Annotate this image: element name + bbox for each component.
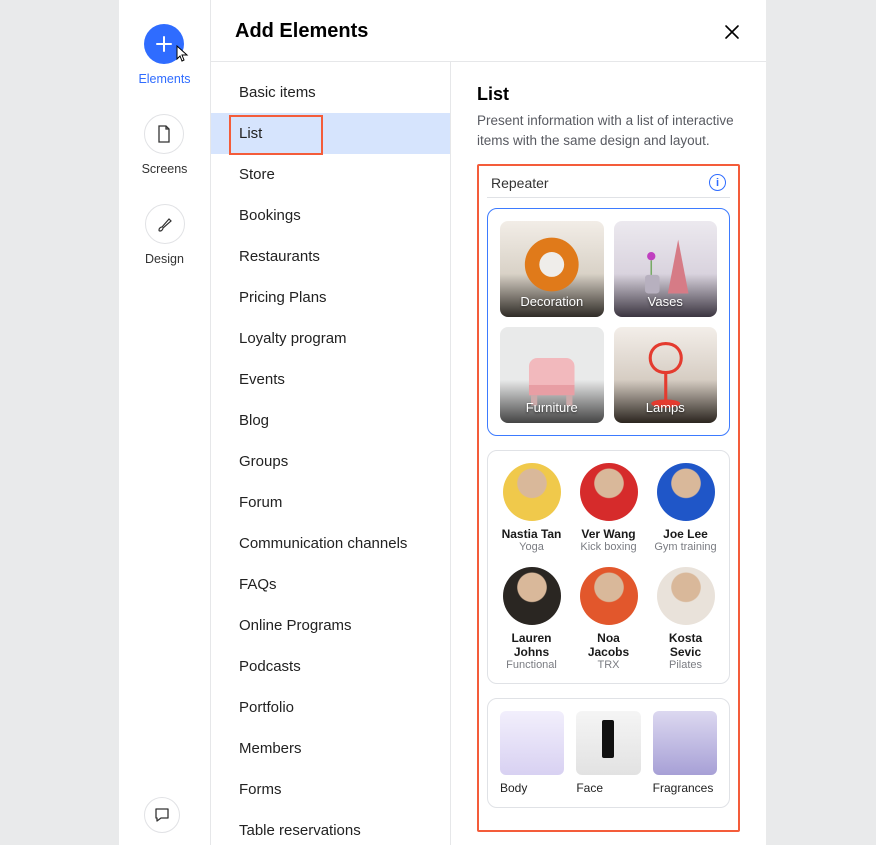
person-item: Nastia TanYoga: [500, 463, 563, 553]
add-elements-panel: Elements Screens Design Add Elements Bas…: [119, 0, 766, 845]
tile-label: Furniture: [500, 400, 604, 415]
person-name: Noa Jacobs: [577, 631, 640, 659]
nav-label: Design: [145, 252, 185, 266]
product-image: [500, 711, 564, 775]
person-item: Kosta SevicPilates: [654, 567, 717, 671]
nav-item-elements[interactable]: Elements: [138, 24, 190, 86]
person-item: Lauren JohnsFunctional: [500, 567, 563, 671]
detail-title: List: [477, 84, 740, 105]
nav-label: Screens: [142, 162, 188, 176]
detail-pane: List Present information with a list of …: [451, 62, 766, 845]
avatar: [657, 567, 715, 625]
nav-item-screens[interactable]: Screens: [142, 114, 188, 176]
category-item[interactable]: Basic items: [211, 72, 450, 113]
person-item: Joe LeeGym training: [654, 463, 717, 553]
category-item[interactable]: Table reservations: [211, 810, 450, 845]
person-role: Kick boxing: [577, 541, 640, 553]
avatar: [503, 567, 561, 625]
product-item: Body: [500, 711, 564, 795]
product-label: Face: [576, 781, 640, 795]
product-item: Fragrances: [653, 711, 717, 795]
highlight-box: [229, 115, 323, 155]
tile: Decoration: [500, 221, 604, 317]
tile-label: Decoration: [500, 294, 604, 309]
tile-label: Vases: [614, 294, 718, 309]
category-item[interactable]: Forum: [211, 482, 450, 523]
category-item[interactable]: Members: [211, 728, 450, 769]
repeater-preset-tiles[interactable]: Decoration Vases Furniture Lamps: [487, 208, 730, 436]
avatar: [657, 463, 715, 521]
category-item[interactable]: Groups: [211, 441, 450, 482]
category-item[interactable]: Restaurants: [211, 236, 450, 277]
avatar: [503, 463, 561, 521]
panel-title: Add Elements: [235, 20, 368, 43]
cursor-icon: [174, 45, 190, 66]
nav-item-design[interactable]: Design: [145, 204, 185, 266]
repeater-preset-products[interactable]: Body Face Fragrances: [487, 698, 730, 808]
side-nav: Elements Screens Design: [119, 0, 211, 845]
category-item[interactable]: Podcasts: [211, 646, 450, 687]
section-header: Repeater i: [487, 172, 730, 198]
nav-label: Elements: [138, 72, 190, 86]
person-role: Yoga: [500, 541, 563, 553]
person-name: Lauren Johns: [500, 631, 563, 659]
person-name: Kosta Sevic: [654, 631, 717, 659]
plus-icon: [144, 24, 184, 64]
detail-description: Present information with a list of inter…: [477, 111, 740, 150]
avatar: [580, 463, 638, 521]
product-label: Fragrances: [653, 781, 717, 795]
close-button[interactable]: [722, 22, 742, 42]
category-item[interactable]: Forms: [211, 769, 450, 810]
tile: Lamps: [614, 327, 718, 423]
person-role: Functional: [500, 659, 563, 671]
examples-highlight: Repeater i Decoration Vases Furniture Lamps…: [477, 164, 740, 832]
tile: Furniture: [500, 327, 604, 423]
person-name: Nastia Tan: [500, 527, 563, 541]
repeater-preset-people[interactable]: Nastia TanYogaVer WangKick boxingJoe Lee…: [487, 450, 730, 684]
panel: Add Elements Basic itemsListStoreBooking…: [211, 0, 766, 845]
person-role: Gym training: [654, 541, 717, 553]
product-image: [653, 711, 717, 775]
chat-icon: [153, 806, 171, 824]
category-item[interactable]: Pricing Plans: [211, 277, 450, 318]
section-label: Repeater: [491, 175, 549, 191]
page-icon: [144, 114, 184, 154]
category-item[interactable]: FAQs: [211, 564, 450, 605]
person-name: Ver Wang: [577, 527, 640, 541]
person-role: TRX: [577, 659, 640, 671]
person-item: Noa JacobsTRX: [577, 567, 640, 671]
person-item: Ver WangKick boxing: [577, 463, 640, 553]
tile-label: Lamps: [614, 400, 718, 415]
info-icon[interactable]: i: [709, 174, 726, 191]
tile: Vases: [614, 221, 718, 317]
category-item[interactable]: Store: [211, 154, 450, 195]
category-item[interactable]: Online Programs: [211, 605, 450, 646]
product-label: Body: [500, 781, 564, 795]
category-item[interactable]: Communication channels: [211, 523, 450, 564]
category-item[interactable]: Bookings: [211, 195, 450, 236]
category-item[interactable]: Loyalty program: [211, 318, 450, 359]
product-item: Face: [576, 711, 640, 795]
avatar: [580, 567, 638, 625]
person-role: Pilates: [654, 659, 717, 671]
person-name: Joe Lee: [654, 527, 717, 541]
category-item[interactable]: Blog: [211, 400, 450, 441]
category-item[interactable]: Events: [211, 359, 450, 400]
product-image: [576, 711, 640, 775]
chat-button[interactable]: [144, 797, 180, 833]
category-item[interactable]: List: [211, 113, 450, 154]
panel-body: Basic itemsListStoreBookingsRestaurantsP…: [211, 61, 766, 845]
category-item[interactable]: Portfolio: [211, 687, 450, 728]
panel-header: Add Elements: [211, 0, 766, 61]
category-list[interactable]: Basic itemsListStoreBookingsRestaurantsP…: [211, 62, 451, 845]
brush-icon: [145, 204, 185, 244]
